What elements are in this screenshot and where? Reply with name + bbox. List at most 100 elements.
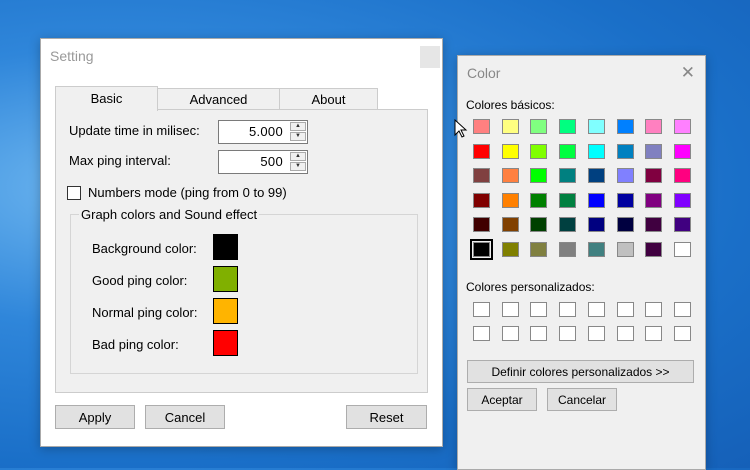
basic-color-cell[interactable] <box>473 168 490 183</box>
custom-color-cell[interactable] <box>645 326 663 341</box>
basic-color-cell[interactable] <box>645 241 663 257</box>
basic-color-cell[interactable] <box>470 238 493 260</box>
group-title: Graph colors and Sound effect <box>79 207 260 222</box>
custom-color-cell[interactable] <box>501 326 519 341</box>
spin-up-icon[interactable]: ▲ <box>290 152 306 161</box>
basic-color-cell[interactable] <box>473 143 490 159</box>
basic-color-cell[interactable] <box>501 241 519 257</box>
basic-color-cell[interactable] <box>645 168 663 183</box>
numbers-mode-label: Numbers mode (ping from 0 to 99) <box>88 185 287 200</box>
normal-ping-color-label: Normal ping color: <box>92 305 198 320</box>
basic-color-cell[interactable] <box>530 119 548 134</box>
basic-color-cell[interactable] <box>616 119 634 134</box>
basic-color-cell[interactable] <box>559 143 577 159</box>
basic-color-cell[interactable] <box>530 143 548 159</box>
custom-color-cell[interactable] <box>559 302 577 317</box>
good-ping-color-swatch[interactable] <box>213 266 238 292</box>
basic-color-cell[interactable] <box>501 119 519 134</box>
basic-color-cell[interactable] <box>587 217 605 232</box>
custom-color-cell[interactable] <box>616 302 634 317</box>
tab-basic[interactable]: Basic <box>55 86 158 111</box>
basic-color-cell[interactable] <box>587 119 605 134</box>
close-icon[interactable]: ✕ <box>681 63 695 83</box>
basic-color-cell[interactable] <box>530 217 548 232</box>
basic-color-cell[interactable] <box>530 241 548 257</box>
basic-color-cell[interactable] <box>645 217 663 232</box>
define-custom-colors-button[interactable]: Definir colores personalizados >> <box>467 360 694 383</box>
basic-color-cell[interactable] <box>559 241 577 257</box>
basic-color-cell[interactable] <box>559 217 577 232</box>
cancel-button[interactable]: Cancel <box>145 405 225 429</box>
basic-panel: Update time in milisec: 5.000 ▲ ▼ Max pi… <box>55 109 428 393</box>
cancel-button[interactable]: Cancelar <box>547 388 617 411</box>
basic-color-cell[interactable] <box>645 119 663 134</box>
basic-color-cell[interactable] <box>673 217 691 232</box>
tab-about[interactable]: About <box>279 88 378 109</box>
basic-color-cell[interactable] <box>587 143 605 159</box>
basic-color-cell[interactable] <box>616 168 634 183</box>
basic-color-cell[interactable] <box>645 192 663 208</box>
custom-color-cell[interactable] <box>616 326 634 341</box>
custom-color-cell[interactable] <box>559 326 577 341</box>
basic-color-cell[interactable] <box>673 168 691 183</box>
basic-color-cell[interactable] <box>559 192 577 208</box>
mouse-cursor-icon <box>454 119 468 138</box>
basic-color-cell[interactable] <box>645 143 663 159</box>
basic-color-cell[interactable] <box>673 192 691 208</box>
basic-color-cell[interactable] <box>587 192 605 208</box>
custom-colors-label: Colores personalizados: <box>466 280 595 294</box>
basic-color-cell[interactable] <box>559 119 577 134</box>
custom-color-cell[interactable] <box>530 302 548 317</box>
basic-color-cell[interactable] <box>530 192 548 208</box>
basic-color-cell[interactable] <box>501 168 519 183</box>
basic-color-cell[interactable] <box>473 119 490 134</box>
basic-color-cell[interactable] <box>587 168 605 183</box>
close-button[interactable] <box>420 46 440 68</box>
custom-color-cell[interactable] <box>473 302 490 317</box>
custom-color-cell[interactable] <box>501 302 519 317</box>
basic-color-cell[interactable] <box>673 119 691 134</box>
spin-down-icon[interactable]: ▼ <box>290 162 306 171</box>
max-ping-spinner[interactable]: 500 ▲ ▼ <box>218 150 308 174</box>
dialog-title: Color <box>467 65 501 81</box>
custom-color-cell[interactable] <box>473 326 490 341</box>
custom-color-cell[interactable] <box>645 302 663 317</box>
reset-button[interactable]: Reset <box>346 405 427 429</box>
basic-color-cell[interactable] <box>673 143 691 159</box>
custom-color-cell[interactable] <box>587 302 605 317</box>
basic-color-cell[interactable] <box>501 143 519 159</box>
custom-color-cell[interactable] <box>587 326 605 341</box>
basic-color-cell[interactable] <box>473 192 490 208</box>
update-time-spinner[interactable]: 5.000 ▲ ▼ <box>218 120 308 144</box>
basic-color-cell[interactable] <box>559 168 577 183</box>
good-ping-color-label: Good ping color: <box>92 273 188 288</box>
tab-advanced[interactable]: Advanced <box>157 88 280 109</box>
custom-color-cell[interactable] <box>673 326 691 341</box>
background-color-swatch[interactable] <box>213 234 238 260</box>
spinner-arrows: ▲ ▼ <box>290 122 306 142</box>
apply-button[interactable]: Apply <box>55 405 135 429</box>
bad-ping-color-label: Bad ping color: <box>92 337 179 352</box>
basic-color-cell[interactable] <box>501 217 519 232</box>
basic-color-cell[interactable] <box>673 241 691 257</box>
setting-window: Setting Basic Advanced About Update time… <box>40 38 443 447</box>
basic-color-cell[interactable] <box>616 143 634 159</box>
basic-color-cell[interactable] <box>473 217 490 232</box>
max-ping-value: 500 <box>260 154 283 169</box>
basic-color-cell[interactable] <box>501 192 519 208</box>
custom-color-cell[interactable] <box>530 326 548 341</box>
basic-color-cell[interactable] <box>616 217 634 232</box>
spin-down-icon[interactable]: ▼ <box>290 132 306 141</box>
basic-colors-label: Colores básicos: <box>466 98 555 112</box>
spin-up-icon[interactable]: ▲ <box>290 122 306 131</box>
normal-ping-color-swatch[interactable] <box>213 298 238 324</box>
bad-ping-color-swatch[interactable] <box>213 330 238 356</box>
custom-color-cell[interactable] <box>673 302 691 317</box>
ok-button[interactable]: Aceptar <box>467 388 537 411</box>
numbers-mode-checkbox[interactable] <box>67 186 81 200</box>
basic-color-cell[interactable] <box>587 241 605 257</box>
basic-color-cell[interactable] <box>616 192 634 208</box>
basic-color-cell[interactable] <box>530 168 548 183</box>
max-ping-label: Max ping interval: <box>69 153 171 168</box>
basic-color-cell[interactable] <box>616 241 634 257</box>
